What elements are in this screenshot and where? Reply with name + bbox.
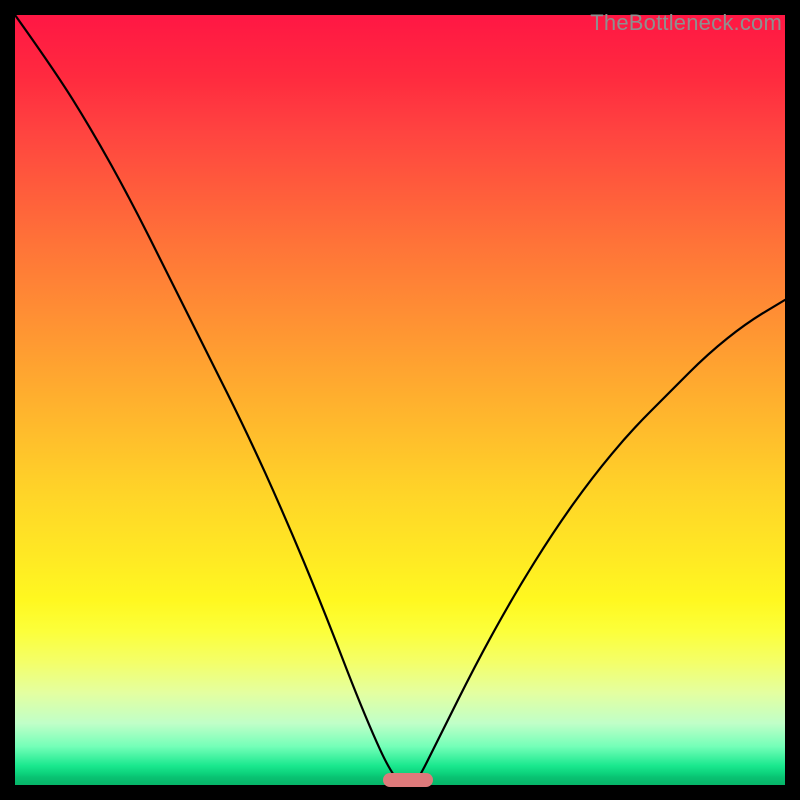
watermark-text: TheBottleneck.com bbox=[590, 10, 782, 36]
bottleneck-curve bbox=[15, 15, 785, 785]
optimum-marker bbox=[383, 773, 433, 787]
curve-path bbox=[15, 15, 785, 785]
plot-area bbox=[15, 15, 785, 785]
